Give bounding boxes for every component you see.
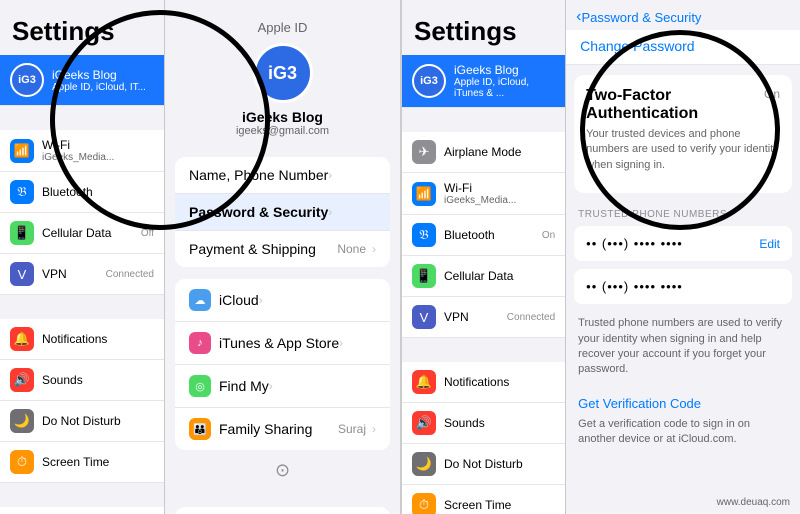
two-factor-status: On xyxy=(764,87,780,101)
menu-password-security[interactable]: Password & Security › xyxy=(175,194,390,231)
left-screentime-item[interactable]: ⏱ Screen Time xyxy=(0,442,164,483)
right-vpn-icon: V xyxy=(412,305,436,329)
two-factor-box: Two-Factor Authentication On Your truste… xyxy=(574,75,792,193)
appleid-avatar: iG3 xyxy=(253,43,313,103)
right-user-name: iGeeks Blog xyxy=(454,63,555,77)
findmy-icon: ◎ xyxy=(189,375,211,397)
trusted-desc: Trusted phone numbers are used to verify… xyxy=(566,312,800,388)
appleid-name: iGeeks Blog xyxy=(175,109,390,125)
sign-out-button[interactable]: Sign Out xyxy=(175,507,390,514)
left-settings-sidebar: Settings iG3 iGeeks Blog Apple ID, iClou… xyxy=(0,0,165,514)
watermark: www.deuaq.com xyxy=(717,497,790,508)
menu-icloud[interactable]: ☁ iCloud › xyxy=(175,279,390,322)
right-panel: Settings iG3 iGeeks Blog Apple ID, iClou… xyxy=(400,0,800,514)
detail-back-header: ‹ Password & Security xyxy=(566,0,800,30)
phone-item-1: •• (•••) •••• •••• Edit xyxy=(574,226,792,261)
detail-panel: ‹ Password & Security Change Password Tw… xyxy=(566,0,800,514)
back-dest-label[interactable]: Password & Security xyxy=(582,10,702,25)
menu-itunes[interactable]: ♪ iTunes & App Store › xyxy=(175,322,390,365)
phone-item-2: •• (•••) •••• •••• xyxy=(574,269,792,304)
bluetooth-icon: 𝔅 xyxy=(10,180,34,204)
left-user-sub: Apple ID, iCloud, IT... xyxy=(52,82,146,93)
left-sounds-item[interactable]: 🔊 Sounds xyxy=(0,360,164,401)
loading-indicator: ⊙ xyxy=(165,450,400,491)
right-settings-title: Settings xyxy=(402,0,565,55)
left-settings-title: Settings xyxy=(0,0,164,55)
right-cellular-item[interactable]: 📱 Cellular Data xyxy=(402,256,565,297)
left-vpn-item[interactable]: V VPN Connected xyxy=(0,254,164,295)
left-wifi-item[interactable]: 📶 Wi-Fi iGeeks_Media... xyxy=(0,130,164,172)
left-user-name: iGeeks Blog xyxy=(52,68,146,82)
right-user-row[interactable]: iG3 iGeeks Blog Apple ID, iCloud, iTunes… xyxy=(402,55,565,108)
appleid-header: Apple ID iG3 iGeeks Blog igeeks@gmail.co… xyxy=(165,0,400,157)
right-user-sub: Apple ID, iCloud, iTunes & ... xyxy=(454,77,555,99)
right-sounds-item[interactable]: 🔊 Sounds xyxy=(402,403,565,444)
right-notifications-icon: 🔔 xyxy=(412,370,436,394)
right-dnd-icon: 🌙 xyxy=(412,452,436,476)
left-dnd-item[interactable]: 🌙 Do Not Disturb xyxy=(0,401,164,442)
menu-findmy[interactable]: ◎ Find My › xyxy=(175,365,390,408)
menu-payment-shipping[interactable]: Payment & Shipping None › xyxy=(175,231,390,267)
sounds-icon: 🔊 xyxy=(10,368,34,392)
appleid-email: igeeks@gmail.com xyxy=(175,125,390,137)
two-factor-desc: Your trusted devices and phone numbers a… xyxy=(586,127,780,173)
appleid-panel: Apple ID iG3 iGeeks Blog igeeks@gmail.co… xyxy=(165,0,400,514)
right-sounds-icon: 🔊 xyxy=(412,411,436,435)
itunes-icon: ♪ xyxy=(189,332,211,354)
left-panel: Settings iG3 iGeeks Blog Apple ID, iClou… xyxy=(0,0,400,514)
right-airplane-item[interactable]: ✈ Airplane Mode xyxy=(402,132,565,173)
screentime-icon: ⏱ xyxy=(10,450,34,474)
phone-number-1: •• (•••) •••• •••• xyxy=(586,236,683,251)
right-wifi-icon: 📶 xyxy=(412,182,436,206)
family-icon: 👪 xyxy=(189,418,211,440)
change-password-row[interactable]: Change Password xyxy=(566,30,800,65)
wifi-icon: 📶 xyxy=(10,139,34,163)
right-screentime-icon: ⏱ xyxy=(412,493,436,514)
change-password-label[interactable]: Change Password xyxy=(580,38,694,54)
left-notifications-item[interactable]: 🔔 Notifications xyxy=(0,319,164,360)
get-verification-code-link[interactable]: Get Verification Code xyxy=(566,388,800,415)
vpn-icon: V xyxy=(10,262,34,286)
right-vpn-item[interactable]: V VPN Connected xyxy=(402,297,565,338)
right-notifications-item[interactable]: 🔔 Notifications xyxy=(402,362,565,403)
right-settings-sidebar: Settings iG3 iGeeks Blog Apple ID, iClou… xyxy=(402,0,566,514)
appleid-menu-top: Name, Phone Number › Password & Security… xyxy=(175,157,390,267)
notifications-icon: 🔔 xyxy=(10,327,34,351)
right-dnd-item[interactable]: 🌙 Do Not Disturb xyxy=(402,444,565,485)
right-cellular-icon: 📱 xyxy=(412,264,436,288)
icloud-icon: ☁ xyxy=(189,289,211,311)
left-general-item[interactable]: ⚙ General xyxy=(0,507,164,514)
right-bluetooth-item[interactable]: 𝔅 Bluetooth On xyxy=(402,215,565,256)
menu-name-phone[interactable]: Name, Phone Number › xyxy=(175,157,390,194)
dnd-icon: 🌙 xyxy=(10,409,34,433)
edit-button-1[interactable]: Edit xyxy=(759,237,780,251)
menu-family[interactable]: 👪 Family Sharing Suraj › xyxy=(175,408,390,450)
get-verification-desc: Get a verification code to sign in on an… xyxy=(566,415,800,458)
left-cellular-item[interactable]: 📱 Cellular Data Off xyxy=(0,213,164,254)
left-bluetooth-item[interactable]: 𝔅 Bluetooth xyxy=(0,172,164,213)
trusted-section-header: TRUSTED PHONE NUMBERS xyxy=(566,203,800,226)
right-wifi-item[interactable]: 📶 Wi-Fi iGeeks_Media... xyxy=(402,173,565,215)
appleid-title: Apple ID xyxy=(175,20,390,35)
right-screentime-item[interactable]: ⏱ Screen Time xyxy=(402,485,565,514)
airplane-icon: ✈ xyxy=(412,140,436,164)
cellular-icon: 📱 xyxy=(10,221,34,245)
two-factor-title: Two-Factor Authentication xyxy=(586,87,756,123)
right-avatar: iG3 xyxy=(412,64,446,98)
appleid-menu-bottom: ☁ iCloud › ♪ iTunes & App Store › ◎ Find… xyxy=(175,279,390,450)
phone-number-2: •• (•••) •••• •••• xyxy=(586,279,683,294)
left-user-row[interactable]: iG3 iGeeks Blog Apple ID, iCloud, IT... xyxy=(0,55,164,106)
right-bluetooth-icon: 𝔅 xyxy=(412,223,436,247)
left-avatar: iG3 xyxy=(10,63,44,97)
